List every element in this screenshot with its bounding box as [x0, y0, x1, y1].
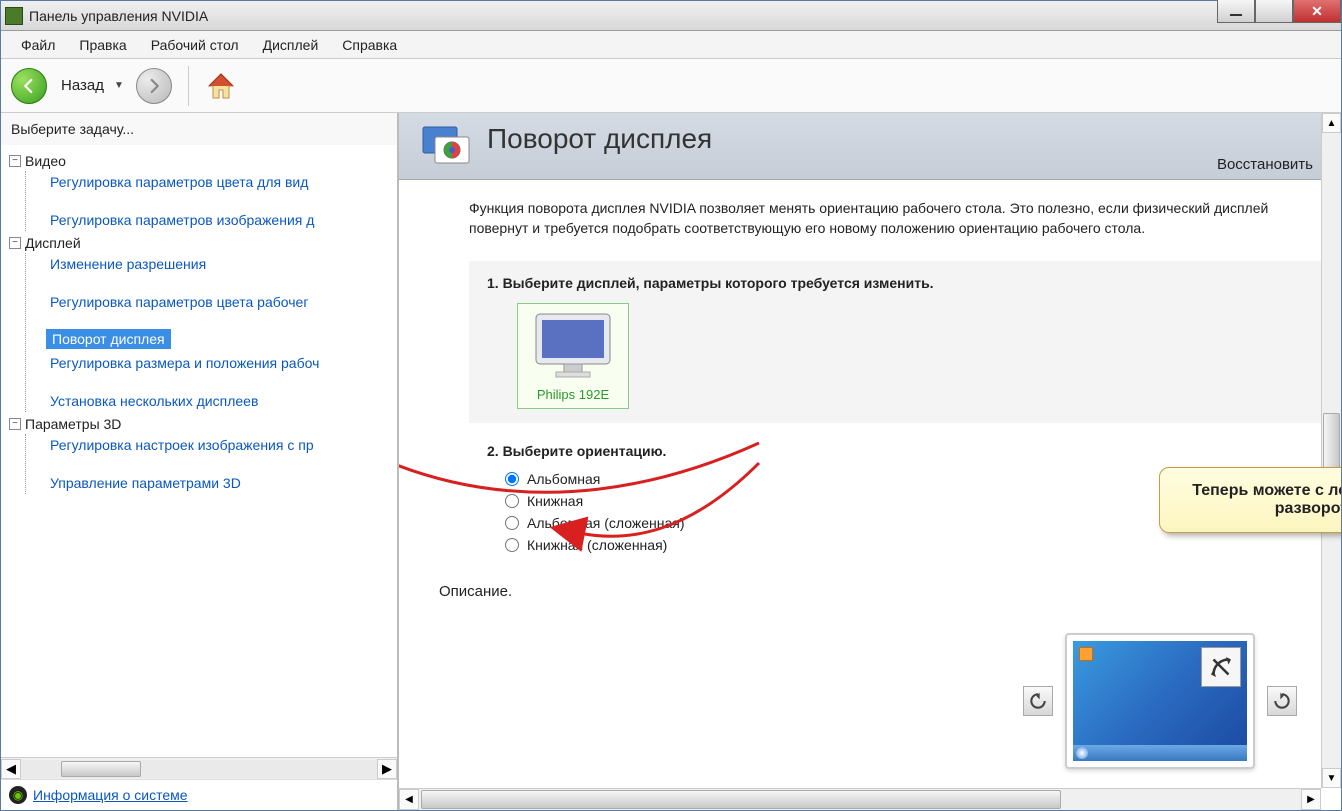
toolbar: Назад ▼ — [1, 59, 1341, 113]
monitor-label: Philips 192E — [528, 387, 618, 402]
back-button[interactable] — [11, 68, 47, 104]
sidebar-h-scrollbar[interactable]: ◀ ▶ — [1, 757, 397, 779]
tree-group-display[interactable]: − Дисплей — [9, 233, 397, 253]
rotate-cw-icon — [1272, 691, 1292, 711]
back-dropdown-caret[interactable]: ▼ — [114, 80, 124, 91]
toolbar-separator — [188, 66, 189, 106]
scroll-left-button[interactable]: ◀ — [1, 759, 21, 779]
scroll-down-button[interactable]: ▼ — [1322, 768, 1341, 788]
tree-group-video[interactable]: − Видео — [9, 151, 397, 171]
home-icon — [205, 70, 237, 102]
orientation-preview — [1023, 633, 1297, 769]
rotate-cw-button[interactable] — [1267, 686, 1297, 716]
group-title: Параметры 3D — [25, 416, 121, 432]
menubar: Файл Правка Рабочий стол Дисплей Справка — [1, 31, 1341, 59]
footer-label: Описание. — [439, 583, 1333, 600]
restore-link[interactable]: Восстановить — [1217, 156, 1313, 173]
taskbar-icon — [1073, 745, 1247, 761]
menu-file[interactable]: Файл — [9, 33, 67, 57]
rotate-overlay-icon — [1201, 647, 1241, 687]
tree-item-rotate-display[interactable]: Поворот дисплея — [46, 329, 171, 349]
tree-item[interactable]: Регулировка параметров цвета рабочег — [46, 291, 397, 313]
back-label: Назад — [61, 77, 104, 94]
start-button-icon — [1076, 747, 1088, 759]
tree-item[interactable]: Регулировка настроек изображения с пр — [46, 434, 397, 456]
callout-text: Теперь можете с легкостью выполнить разв… — [1192, 482, 1341, 517]
scroll-up-button[interactable]: ▲ — [1322, 113, 1341, 133]
step1-label: 1. Выберите дисплей, параметры которого … — [487, 275, 1315, 291]
arrow-left-icon — [20, 77, 38, 95]
collapse-icon[interactable]: − — [9, 155, 21, 167]
tree-item[interactable]: Управление параметрами 3D — [46, 472, 397, 494]
rotate-ccw-button[interactable] — [1023, 686, 1053, 716]
menu-help[interactable]: Справка — [330, 33, 409, 57]
maximize-button[interactable] — [1255, 0, 1293, 23]
sidebar: Выберите задачу... − Видео Регулировка п… — [1, 113, 399, 810]
radio-label: Альбомная — [527, 471, 600, 487]
radio-input[interactable] — [505, 516, 519, 530]
page-description: Функция поворота дисплея NVIDIA позволяе… — [469, 198, 1299, 239]
radio-input[interactable] — [505, 538, 519, 552]
app-icon — [5, 7, 23, 25]
annotation-callout: Теперь можете с легкостью выполнить разв… — [1159, 467, 1341, 533]
tree-group-3d[interactable]: − Параметры 3D — [9, 414, 397, 434]
page-title: Поворот дисплея — [487, 123, 1323, 155]
system-info-row: ◉ Информация о системе — [1, 779, 397, 810]
radio-portrait-flipped[interactable]: Книжная (сложенная) — [505, 537, 1315, 553]
sidebar-header: Выберите задачу... — [1, 113, 397, 145]
monitor-icon — [528, 310, 618, 380]
menu-desktop[interactable]: Рабочий стол — [139, 33, 251, 57]
arrow-right-icon — [145, 77, 163, 95]
preview-screen — [1073, 641, 1247, 761]
close-button[interactable] — [1293, 0, 1341, 23]
group-title: Дисплей — [25, 235, 81, 251]
desktop-shortcut-icon — [1079, 647, 1093, 661]
main-h-scrollbar[interactable]: ◀ ▶ — [399, 788, 1321, 810]
scroll-left-button[interactable]: ◀ — [399, 789, 419, 810]
page-header-icon — [417, 123, 473, 173]
scroll-right-button[interactable]: ▶ — [1301, 789, 1321, 810]
radio-label: Книжная (сложенная) — [527, 537, 667, 553]
tree-item[interactable]: Изменение разрешения — [46, 253, 397, 275]
step2-label: 2. Выберите ориентацию. — [487, 443, 1315, 459]
scroll-thumb[interactable] — [421, 790, 1061, 809]
menu-edit[interactable]: Правка — [67, 33, 138, 57]
tree-item[interactable]: Регулировка параметров цвета для вид — [46, 171, 397, 193]
minimize-button[interactable] — [1217, 0, 1255, 23]
scroll-right-button[interactable]: ▶ — [377, 759, 397, 779]
info-icon: ◉ — [9, 786, 27, 804]
system-info-link[interactable]: Информация о системе — [33, 787, 188, 803]
home-button[interactable] — [205, 70, 237, 102]
section-select-display: 1. Выберите дисплей, параметры которого … — [469, 261, 1333, 423]
task-tree: − Видео Регулировка параметров цвета для… — [1, 145, 397, 757]
radio-input[interactable] — [505, 494, 519, 508]
tree-item[interactable]: Регулировка параметров изображения д — [46, 209, 397, 231]
collapse-icon[interactable]: − — [9, 418, 21, 430]
radio-input[interactable] — [505, 472, 519, 486]
collapse-icon[interactable]: − — [9, 237, 21, 249]
titlebar: Панель управления NVIDIA — [1, 1, 1341, 31]
forward-button[interactable] — [136, 68, 172, 104]
tree-item[interactable]: Регулировка размера и положения рабоч — [46, 352, 397, 374]
page-header: Поворот дисплея Восстановить — [399, 113, 1341, 180]
rotate-ccw-icon — [1028, 691, 1048, 711]
scroll-thumb[interactable] — [61, 761, 141, 777]
display-thumbnail[interactable]: Philips 192E — [517, 303, 629, 409]
window-title: Панель управления NVIDIA — [29, 8, 208, 24]
preview-monitor — [1065, 633, 1255, 769]
radio-label: Книжная — [527, 493, 583, 509]
group-title: Видео — [25, 153, 66, 169]
menu-display[interactable]: Дисплей — [251, 33, 331, 57]
tree-item[interactable]: Установка нескольких дисплеев — [46, 390, 397, 412]
main-v-scrollbar[interactable]: ▲ ▼ — [1321, 113, 1341, 788]
main-panel: Поворот дисплея Восстановить Функция пов… — [399, 113, 1341, 810]
radio-label: Альбомная (сложенная) — [527, 515, 684, 531]
